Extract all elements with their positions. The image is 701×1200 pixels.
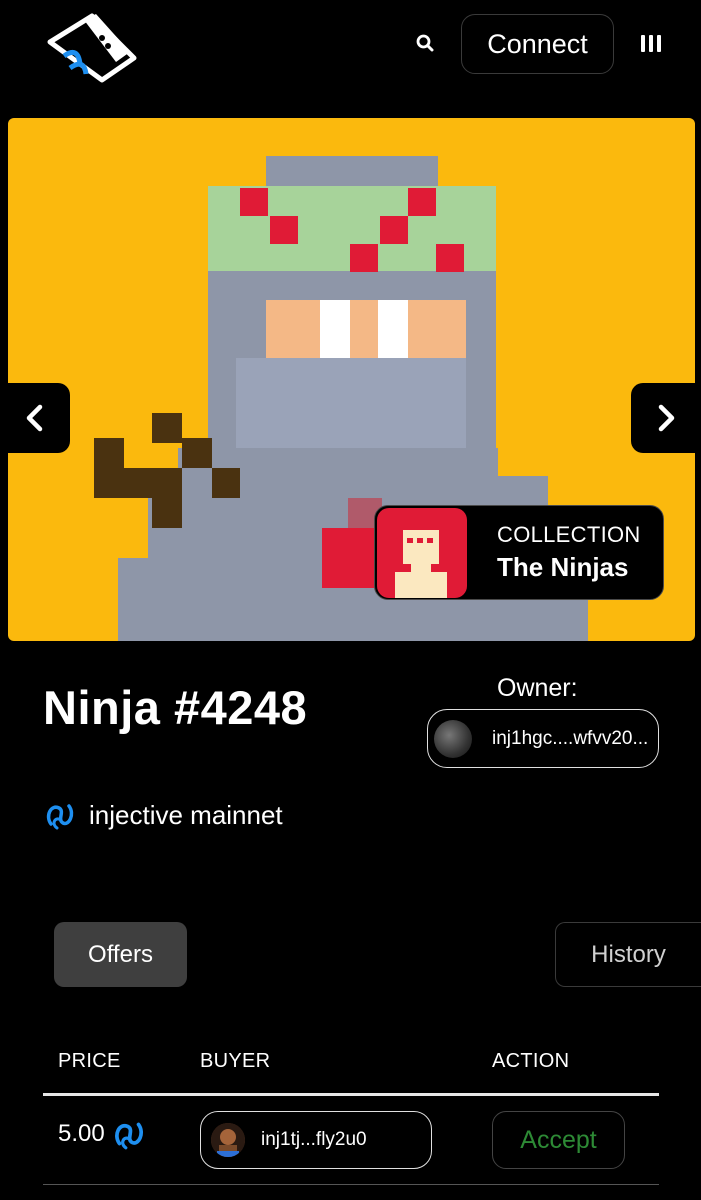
accept-button[interactable]: Accept: [492, 1111, 625, 1169]
search-icon[interactable]: [410, 28, 440, 58]
next-button[interactable]: [631, 383, 695, 453]
network-info: injective mainnet: [43, 798, 283, 832]
tab-history[interactable]: History: [555, 922, 701, 987]
collection-name: The Ninjas: [497, 552, 629, 582]
collection-card[interactable]: COLLECTION The Ninjas: [374, 505, 664, 600]
buyer-address: inj1tj...fly2u0: [261, 1129, 367, 1150]
nft-title: Ninja #4248: [43, 681, 308, 734]
buyer-address-pill[interactable]: inj1tj...fly2u0: [200, 1111, 432, 1169]
offer-price: 5.00: [58, 1120, 105, 1147]
connect-wallet-button[interactable]: Connect: [461, 14, 614, 74]
menu-icon[interactable]: [636, 28, 666, 58]
chevron-right-icon: [658, 404, 675, 432]
column-header-buyer: BUYER: [200, 1050, 271, 1072]
owner-address: inj1hgc....wfvv20...: [492, 727, 649, 749]
owner-address-pill[interactable]: inj1hgc....wfvv20...: [427, 709, 659, 768]
collection-label: COLLECTION: [497, 522, 641, 547]
avatar: [434, 719, 472, 758]
injective-icon: [114, 1122, 143, 1150]
tab-offers[interactable]: Offers: [54, 922, 187, 987]
row-divider: [43, 1184, 659, 1185]
owner-label: Owner:: [497, 674, 578, 702]
previous-button[interactable]: [8, 383, 70, 453]
collection-avatar: [377, 507, 467, 598]
table-row: 5.00 inj1tj...fly2u0 Accept: [43, 1096, 659, 1186]
app-header: Connect: [0, 0, 701, 110]
logo-icon[interactable]: [44, 6, 140, 86]
chevron-left-icon: [26, 404, 43, 432]
network-label: injective mainnet: [89, 799, 283, 830]
price-cell: 5.00: [58, 1116, 147, 1152]
injective-icon: [46, 804, 74, 830]
avatar: [211, 1123, 245, 1157]
column-header-action: ACTION: [492, 1050, 570, 1072]
column-header-price: PRICE: [58, 1050, 121, 1072]
